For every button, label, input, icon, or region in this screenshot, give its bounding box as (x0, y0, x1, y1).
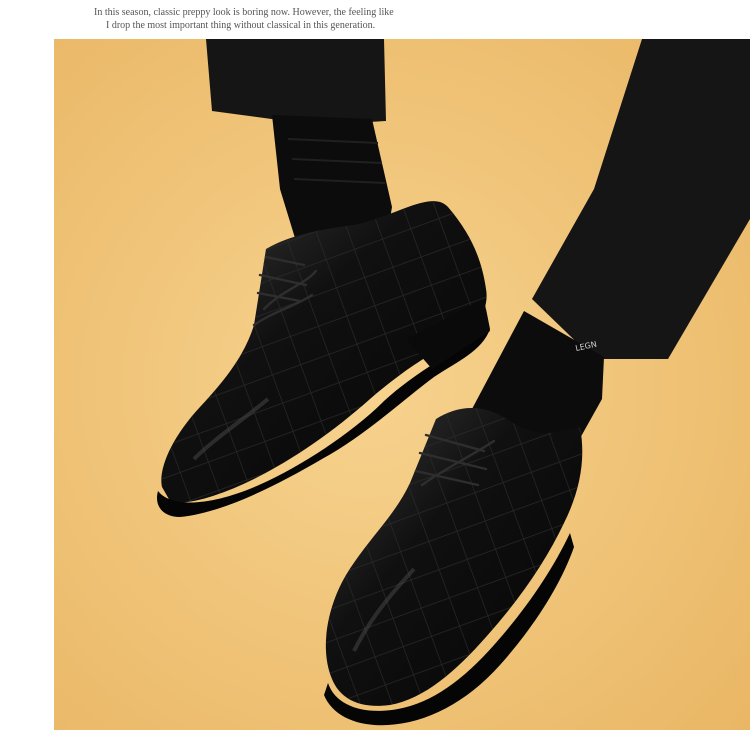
left-trouser (206, 39, 386, 125)
product-photo: LEGN (54, 39, 750, 730)
caption-line-2: I drop the most important thing without … (106, 20, 376, 31)
caption-line-1: In this season, classic preppy look is b… (94, 7, 394, 18)
caption: In this season, classic preppy look is b… (0, 6, 520, 32)
shoes-photo-illustration: LEGN (54, 39, 750, 730)
